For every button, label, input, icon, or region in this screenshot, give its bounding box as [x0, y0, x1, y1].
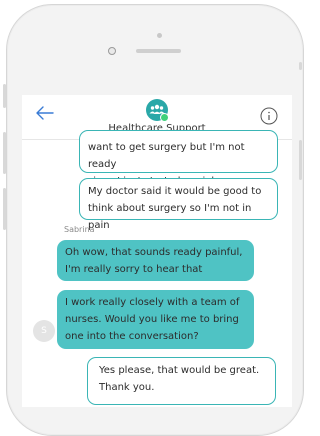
arrow-left-icon[interactable]	[36, 106, 54, 120]
sender-name: Sabrina	[64, 225, 95, 234]
message-line: I work really closely with a team of	[65, 297, 240, 308]
mute-switch	[3, 84, 6, 108]
info-icon[interactable]	[260, 107, 278, 125]
message-bubble-agent: Oh wow, that sounds ready painful, I'm r…	[57, 240, 254, 281]
message-line: want to get surgery but I'm not ready	[88, 142, 245, 170]
message-line: Oh wow, that sounds ready painful,	[65, 247, 243, 258]
side-button-top	[299, 62, 302, 70]
message-line: I'm really sorry to hear that	[65, 264, 203, 275]
volume-down-button	[3, 188, 6, 230]
message-bubble-user: My doctor said it would be good to think…	[79, 178, 278, 231]
camera	[157, 33, 162, 38]
message-line: one into the conversation?	[65, 331, 199, 342]
front-sensor	[108, 47, 116, 55]
message-line: nurses. Would you like me to bring	[65, 314, 239, 325]
sender-avatar: S	[33, 320, 55, 342]
message-line: My doctor said it would be good to	[88, 186, 262, 197]
power-button	[299, 140, 302, 180]
chat-screen: Healthcare Support want to get surgery b…	[22, 95, 292, 407]
volume-up-button	[3, 132, 6, 174]
message-bubble-user: Yes please, that would be great. Thank y…	[87, 357, 276, 405]
message-bubble-agent: I work really closely with a team of nur…	[57, 290, 254, 349]
agent-avatar	[146, 99, 169, 122]
message-line: Thank you.	[99, 382, 155, 393]
earpiece-speaker	[136, 49, 181, 53]
message-bubble-user: want to get surgery but I'm not ready si…	[79, 130, 278, 187]
online-status-dot	[160, 113, 169, 122]
message-line: Yes please, that would be great.	[99, 365, 260, 376]
message-line: think about surgery so I'm not in pain	[88, 203, 252, 231]
